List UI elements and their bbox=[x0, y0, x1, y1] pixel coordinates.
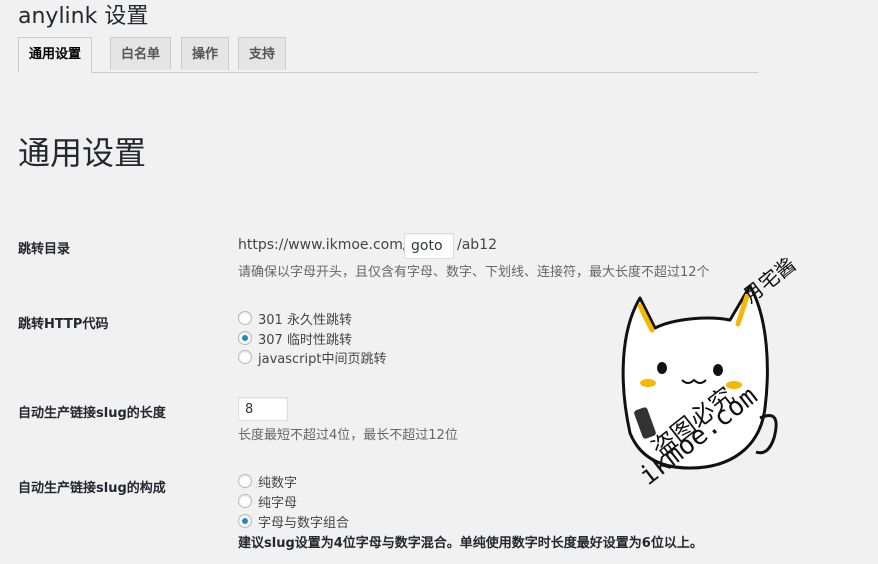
radio-alnum[interactable]: 字母与数字组合 bbox=[238, 512, 350, 531]
radio-301[interactable]: 301 永久性跳转 bbox=[238, 309, 352, 328]
url-suffix: /ab12 bbox=[457, 237, 497, 253]
radio-307-button[interactable] bbox=[238, 331, 252, 345]
slug-length-input[interactable] bbox=[238, 397, 288, 421]
radio-307[interactable]: 307 临时性跳转 bbox=[238, 329, 352, 348]
settings-tabs: 通用设置 白名单 操作 支持 bbox=[18, 36, 758, 73]
radio-301-button[interactable] bbox=[238, 311, 252, 325]
tab-general[interactable]: 通用设置 bbox=[18, 37, 93, 73]
radio-alnum-label: 字母与数字组合 bbox=[258, 515, 350, 531]
watermark-author: 月宅酱 bbox=[738, 258, 800, 308]
section-title: 通用设置 bbox=[18, 134, 147, 172]
slug-length-hint: 长度最短不超过4位，最长不超过12位 bbox=[238, 428, 458, 443]
radio-digits[interactable]: 纯数字 bbox=[238, 472, 298, 491]
radio-letters-button[interactable] bbox=[238, 494, 252, 508]
radio-javascript-button[interactable] bbox=[238, 350, 252, 364]
radio-301-label: 301 永久性跳转 bbox=[258, 312, 352, 328]
redirect-dir-label: 跳转目录 bbox=[18, 242, 71, 257]
radio-javascript-label: javascript中间页跳转 bbox=[258, 351, 387, 367]
radio-digits-button[interactable] bbox=[238, 474, 252, 488]
cat-watermark: 月宅酱 盗图必究 ikmoe.com bbox=[621, 258, 800, 488]
url-prefix: https://www.ikmoe.com/ bbox=[238, 237, 408, 253]
http-code-label: 跳转HTTP代码 bbox=[18, 317, 109, 332]
radio-letters-label: 纯字母 bbox=[258, 495, 298, 511]
radio-javascript[interactable]: javascript中间页跳转 bbox=[238, 348, 387, 367]
radio-digits-label: 纯数字 bbox=[258, 475, 298, 491]
redirect-dir-input[interactable] bbox=[404, 233, 454, 259]
radio-letters[interactable]: 纯字母 bbox=[238, 492, 298, 511]
tab-whitelist[interactable]: 白名单 bbox=[110, 37, 172, 70]
tab-operations[interactable]: 操作 bbox=[181, 37, 230, 70]
radio-307-label: 307 临时性跳转 bbox=[258, 332, 352, 348]
slug-compose-label: 自动生产链接slug的构成 bbox=[18, 481, 166, 496]
slug-compose-hint: 建议slug设置为4位字母与数字混合。单纯使用数字时长度最好设置为6位以上。 bbox=[238, 536, 703, 551]
page-title: anylink 设置 bbox=[18, 4, 149, 29]
slug-length-label: 自动生产链接slug的长度 bbox=[18, 406, 166, 421]
tab-support[interactable]: 支持 bbox=[238, 37, 287, 70]
radio-alnum-button[interactable] bbox=[238, 514, 252, 528]
